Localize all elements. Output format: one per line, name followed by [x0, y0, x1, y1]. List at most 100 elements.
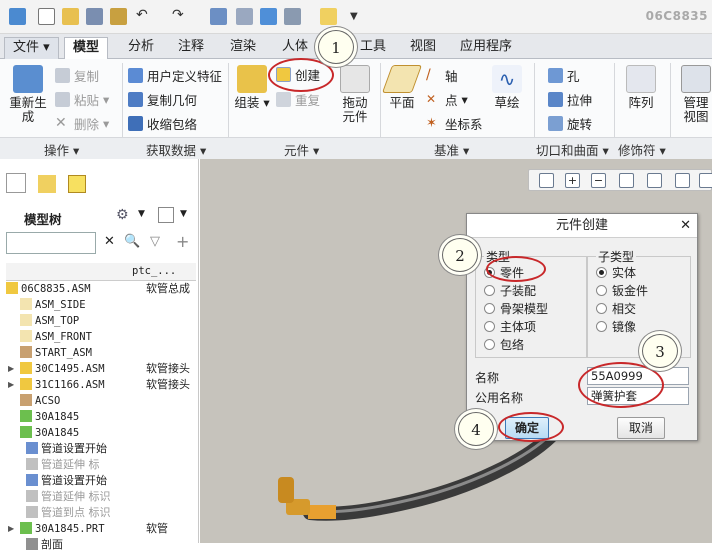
- subtype-mirror-radio[interactable]: 镜像: [596, 319, 636, 335]
- tree-row[interactable]: 06C8835.ASM 软管总成: [6, 281, 202, 297]
- tree-row[interactable]: 管道延伸 标识: [6, 489, 202, 505]
- new-file-icon[interactable]: [38, 8, 55, 25]
- expand-arrow-icon[interactable]: ▶: [8, 377, 14, 393]
- show-dropdown-icon[interactable]: ▼: [180, 209, 187, 219]
- revolve-button[interactable]: 旋转: [548, 114, 592, 133]
- copy-geometry-button[interactable]: 复制几何: [128, 90, 197, 109]
- type-envelope-radio[interactable]: 包络: [484, 337, 524, 353]
- csys-button[interactable]: ✶ 坐标系: [426, 114, 483, 133]
- tree-row[interactable]: ▶ 31C1166.ASM 软管接头: [6, 377, 202, 393]
- regen-model-icon[interactable]: [210, 8, 227, 25]
- tree-row[interactable]: 剖面: [6, 537, 202, 553]
- save-icon[interactable]: [86, 8, 103, 25]
- tree-row[interactable]: 管道到点 标识: [6, 505, 202, 521]
- copy-button[interactable]: 复制: [55, 66, 99, 85]
- regenerate-icon[interactable]: [110, 8, 127, 25]
- tree-row[interactable]: ASM_TOP: [6, 313, 202, 329]
- group-get-data[interactable]: 获取数据 ▾: [146, 140, 206, 159]
- edit-icon[interactable]: [236, 8, 253, 25]
- customize-dropdown-icon[interactable]: ▼: [350, 8, 367, 25]
- plane-button[interactable]: 平面: [381, 65, 423, 110]
- window-icon[interactable]: [260, 8, 277, 25]
- tab-analysis[interactable]: 分析: [120, 37, 162, 59]
- drag-components-button[interactable]: 拖动元件: [338, 65, 372, 124]
- tree-node-label: 31C1166.ASM: [35, 379, 105, 391]
- cancel-button[interactable]: 取消: [617, 417, 665, 439]
- windows-switch-icon[interactable]: [284, 8, 301, 25]
- expand-arrow-icon[interactable]: ▶: [8, 361, 14, 377]
- close-icon[interactable]: ✕: [680, 214, 691, 238]
- radio-off-icon: [596, 303, 607, 314]
- tab-render[interactable]: 渲染: [222, 37, 264, 59]
- user-defined-feature-button[interactable]: 用户定义特征: [128, 66, 222, 85]
- tree-row[interactable]: 管道设置开始: [6, 473, 202, 489]
- settings-dropdown-icon[interactable]: ▼: [138, 209, 145, 219]
- tab-view[interactable]: 视图: [402, 37, 444, 59]
- group-datum[interactable]: 基准 ▾: [434, 140, 469, 159]
- tree-row[interactable]: 30A1845: [6, 409, 202, 425]
- tree-row[interactable]: 管道延伸 标: [6, 457, 202, 473]
- folder-icon[interactable]: [320, 8, 337, 25]
- filter-icon[interactable]: ▽: [150, 234, 160, 249]
- highlight-create: [268, 58, 334, 92]
- settings-icon[interactable]: ⚙: [116, 207, 134, 223]
- tab-file[interactable]: 文件 ▾: [4, 37, 59, 59]
- tree-row[interactable]: 管道设置开始: [6, 441, 202, 457]
- subtype-sheetmetal-radio[interactable]: 钣金件: [596, 283, 648, 299]
- delete-icon: ✕: [55, 115, 67, 131]
- show-list-icon[interactable]: [158, 207, 174, 223]
- pattern-button[interactable]: 阵列: [622, 65, 660, 110]
- tree-row[interactable]: ▶ 30A1845.PRT 软管: [6, 521, 202, 537]
- tree-row[interactable]: 30A1845: [6, 425, 202, 441]
- repeat-button[interactable]: 重复: [276, 90, 320, 109]
- tab-tools[interactable]: 工具: [352, 37, 394, 59]
- sketch-icon: ∿: [492, 65, 522, 93]
- subtype-solid-radio[interactable]: 实体: [596, 265, 636, 281]
- tree-node-icon: [20, 410, 32, 422]
- favorites-tab-icon[interactable]: [68, 175, 86, 193]
- undo-icon[interactable]: ↶: [136, 8, 153, 25]
- axis-button[interactable]: / 轴: [426, 66, 458, 85]
- tab-model[interactable]: 模型: [64, 37, 109, 59]
- tree-row[interactable]: ASM_SIDE: [6, 297, 202, 313]
- hole-button[interactable]: 孔: [548, 66, 580, 85]
- point-button[interactable]: ✕ 点 ▾: [426, 90, 468, 109]
- assemble-button[interactable]: 组装 ▾: [234, 65, 270, 110]
- type-skeleton-radio[interactable]: 骨架模型: [484, 301, 548, 317]
- type-subassembly-radio[interactable]: 子装配: [484, 283, 536, 299]
- tree-row[interactable]: ASM_FRONT: [6, 329, 202, 345]
- manage-views-button[interactable]: 管理视图: [676, 65, 712, 124]
- expand-arrow-icon[interactable]: ▶: [8, 521, 14, 537]
- group-component[interactable]: 元件 ▾: [284, 140, 319, 159]
- tree-node-label: START_ASM: [35, 347, 92, 359]
- group-operations[interactable]: 操作 ▾: [44, 140, 79, 159]
- find-icon[interactable]: 🔍: [124, 234, 140, 249]
- tree-node-icon: [6, 282, 18, 294]
- extrude-button[interactable]: 拉伸: [548, 90, 592, 109]
- tab-applications[interactable]: 应用程序: [452, 37, 520, 59]
- tree-node-label: 30A1845: [35, 411, 80, 423]
- add-column-icon[interactable]: +: [176, 232, 189, 251]
- redo-icon[interactable]: ↷: [172, 8, 189, 25]
- clear-search-icon[interactable]: ✕: [104, 234, 115, 249]
- tab-human[interactable]: 人体: [274, 37, 316, 59]
- tree-node-icon: [26, 442, 38, 454]
- paste-button[interactable]: 粘贴 ▾: [55, 90, 109, 109]
- subtype-intersect-radio[interactable]: 相交: [596, 301, 636, 317]
- search-input[interactable]: [6, 232, 96, 254]
- tree-row[interactable]: ACSO: [6, 393, 202, 409]
- tab-annotate[interactable]: 注释: [170, 37, 212, 59]
- shrinkwrap-button[interactable]: 收缩包络: [128, 114, 197, 133]
- delete-button[interactable]: ✕ 删除 ▾: [55, 114, 109, 133]
- regenerate-button[interactable]: 重新生成: [8, 65, 48, 124]
- type-bulk-radio[interactable]: 主体项: [484, 319, 536, 335]
- open-folder-icon[interactable]: [62, 8, 79, 25]
- sketch-button[interactable]: ∿ 草绘: [490, 65, 524, 110]
- model-tree-tab-icon[interactable]: [6, 173, 26, 193]
- tree-row[interactable]: ▶ 30C1495.ASM 软管接头: [6, 361, 202, 377]
- folder-browser-tab-icon[interactable]: [38, 175, 56, 193]
- tree-row[interactable]: START_ASM: [6, 345, 202, 361]
- group-modifiers[interactable]: 修饰符 ▾: [618, 140, 666, 159]
- tree-node-label: 30A1845.PRT: [35, 523, 105, 535]
- group-cut-surface[interactable]: 切口和曲面 ▾: [536, 140, 609, 159]
